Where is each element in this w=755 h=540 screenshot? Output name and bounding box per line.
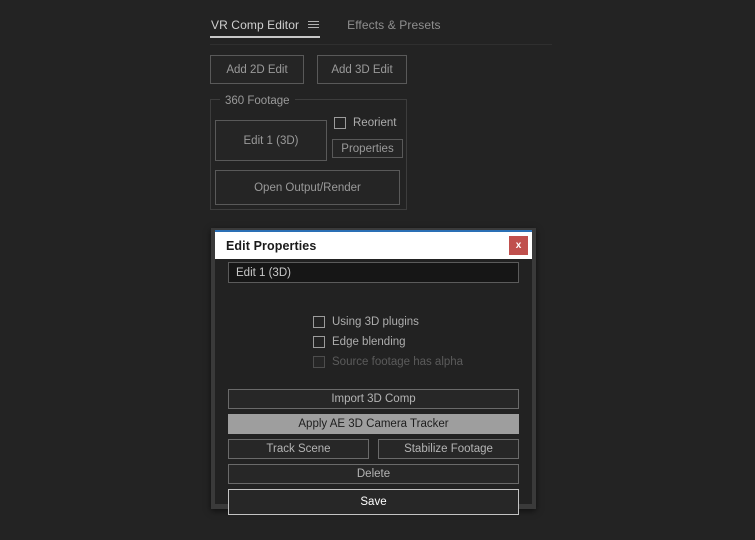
dialog-checkbox-group: Using 3D plugins Edge blending Source fo… [313, 316, 463, 368]
tab-effects-and-presets[interactable]: Effects & Presets [346, 18, 442, 36]
add-2d-edit-button[interactable]: Add 2D Edit [210, 55, 304, 84]
checkbox-row-source-footage-has-alpha: Source footage has alpha [313, 356, 463, 368]
edit-1-3d-button[interactable]: Edit 1 (3D) [215, 120, 327, 161]
dialog-title: Edit Properties [226, 238, 317, 253]
vr-comp-editor-panel: VR Comp Editor Effects & Presets Add 2D … [0, 0, 755, 540]
delete-button[interactable]: Delete [228, 464, 519, 484]
reorient-checkbox[interactable] [334, 117, 346, 129]
source-footage-has-alpha-label: Source footage has alpha [332, 356, 464, 368]
track-scene-button[interactable]: Track Scene [228, 439, 369, 459]
close-icon[interactable]: x [509, 236, 528, 255]
tab-label: VR Comp Editor [211, 18, 300, 32]
open-output-render-button[interactable]: Open Output/Render [215, 170, 400, 205]
edit-name-input[interactable]: Edit 1 (3D) [228, 262, 519, 283]
dialog-body: Edit 1 (3D) Using 3D plugins Edge blendi… [215, 259, 532, 515]
edge-blending-label: Edge blending [332, 336, 406, 348]
save-button[interactable]: Save [228, 489, 519, 515]
hamburger-icon[interactable] [308, 19, 320, 30]
reorient-label: Reorient [353, 117, 397, 129]
apply-ae-3d-camera-tracker-button[interactable]: Apply AE 3D Camera Tracker [228, 414, 519, 434]
edit-properties-dialog: Edit Properties x Edit 1 (3D) Using 3D p… [215, 230, 532, 515]
edge-blending-checkbox[interactable] [313, 336, 325, 348]
checkbox-row-edge-blending[interactable]: Edge blending [313, 336, 463, 348]
checkbox-row-using-3d-plugins[interactable]: Using 3D plugins [313, 316, 463, 328]
dialog-title-bar[interactable]: Edit Properties x [215, 232, 532, 259]
reorient-checkbox-row[interactable]: Reorient [334, 117, 396, 129]
tab-vr-comp-editor[interactable]: VR Comp Editor [210, 18, 321, 38]
360-footage-legend: 360 Footage [220, 95, 295, 107]
panel-tab-bar: VR Comp Editor Effects & Presets [210, 18, 555, 42]
tab-label: Effects & Presets [347, 18, 441, 32]
edit-properties-dialog-frame: Edit Properties x Edit 1 (3D) Using 3D p… [211, 228, 536, 515]
tab-divider [210, 44, 552, 45]
using-3d-plugins-label: Using 3D plugins [332, 316, 419, 328]
import-3d-comp-button[interactable]: Import 3D Comp [228, 389, 519, 409]
stabilize-footage-button[interactable]: Stabilize Footage [378, 439, 519, 459]
add-3d-edit-button[interactable]: Add 3D Edit [317, 55, 407, 84]
properties-button[interactable]: Properties [332, 139, 403, 158]
source-footage-has-alpha-checkbox [313, 356, 325, 368]
using-3d-plugins-checkbox[interactable] [313, 316, 325, 328]
